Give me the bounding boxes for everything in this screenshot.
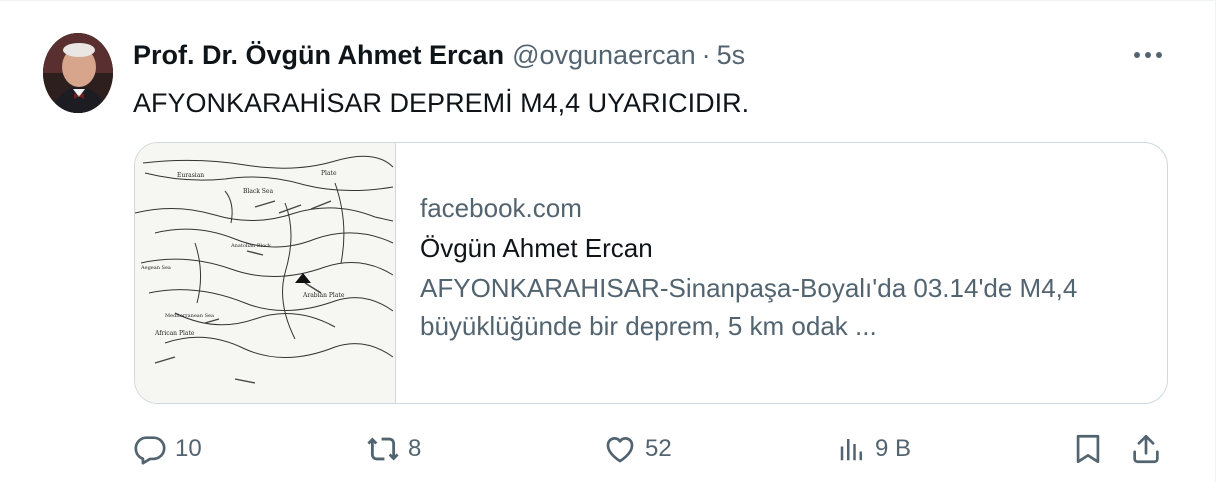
views-count: 9 B [875,435,912,462]
bookmark-button[interactable] [1071,427,1105,471]
retweet-button[interactable]: 8 [366,427,421,471]
card-description: AFYONKARAHISAR-Sinanpaşa-Boyalı'da 03.14… [420,273,1078,341]
reply-icon [134,436,166,465]
bookmark-icon [1076,434,1100,464]
share-button[interactable] [1129,427,1163,471]
map-label-aegean-sea: Aegean Sea [140,265,171,271]
avatar[interactable] [43,33,113,113]
map-label-black-sea: Black Sea [243,188,273,195]
map-label-arabian-plate: Arabian Plate [302,292,345,299]
share-icon [1133,434,1159,464]
avatar-image [43,33,113,113]
tweet-header: Prof. Dr. Övgün Ahmet Ercan @ovgunaercan… [133,37,745,73]
like-button[interactable]: 52 [603,427,672,471]
action-bar: 10 8 52 9 B [133,427,1173,471]
more-icon [1134,52,1162,58]
timestamp[interactable]: 5s [717,37,746,73]
author-handle[interactable]: @ovgunaercan [512,37,696,73]
retweet-count: 8 [408,435,422,462]
like-count: 52 [645,435,672,462]
card-title: Övgün Ahmet Ercan [420,233,653,263]
link-card[interactable]: Eurasian Plate Black Sea Anatolian Block… [134,142,1168,404]
map-label-anatolian-block: Anatolian Block [230,243,272,249]
card-domain: facebook.com [420,193,582,223]
author-name[interactable]: Prof. Dr. Övgün Ahmet Ercan [133,37,504,73]
card-body: facebook.com Övgün Ahmet Ercan AFYONKARA… [396,143,1167,403]
map-label-eurasian: Eurasian [177,172,204,179]
card-image: Eurasian Plate Black Sea Anatolian Block… [135,143,396,403]
tectonic-map-image: Eurasian Plate Black Sea Anatolian Block… [135,143,394,403]
tweet-text: AFYONKARAHİSAR DEPREMİ M4,4 UYARICIDIR. [133,88,750,118]
reply-button[interactable]: 10 [133,427,202,471]
views-button[interactable]: 9 B [837,427,911,471]
map-label-african-plate: African Plate [154,330,195,337]
map-label-plate: Plate [321,170,337,177]
more-button[interactable] [1128,39,1168,71]
retweet-icon [367,437,399,461]
reply-count: 10 [175,435,202,462]
like-icon [606,437,634,463]
tweet[interactable]: Prof. Dr. Övgün Ahmet Ercan @ovgunaercan… [0,0,1216,482]
views-icon [840,439,862,461]
map-label-mediterranean-sea: Mediterranean Sea [165,313,214,319]
separator-dot: · [701,40,711,70]
